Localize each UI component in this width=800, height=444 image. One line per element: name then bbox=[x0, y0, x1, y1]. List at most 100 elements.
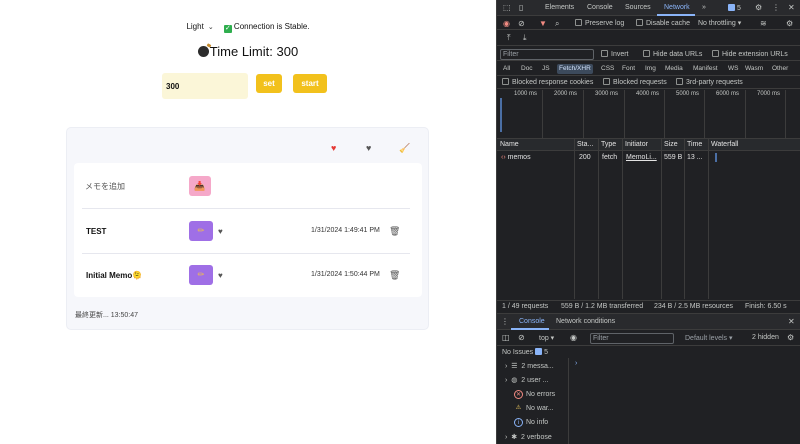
type-filter-all[interactable]: All bbox=[501, 64, 512, 74]
column-size[interactable]: Size bbox=[664, 141, 678, 148]
devtools-panel: ⬚ ▯ Elements Console Sources Network » 5… bbox=[496, 0, 800, 444]
sidebar-item-label: 2 messa... bbox=[521, 363, 554, 370]
clear-console-icon[interactable]: ⊘ bbox=[518, 333, 525, 342]
eye-icon[interactable]: ◉ bbox=[570, 333, 577, 342]
gear-icon[interactable]: ⚙ bbox=[755, 3, 762, 12]
drawer-tab-network-conditions[interactable]: Network conditions bbox=[556, 318, 615, 325]
trash-icon[interactable]: 🗑 bbox=[389, 270, 400, 281]
type-filter-other[interactable]: Other bbox=[770, 64, 790, 74]
column-time[interactable]: Time bbox=[687, 141, 702, 148]
tab-elements[interactable]: Elements bbox=[545, 4, 574, 11]
preserve-log-checkbox[interactable]: Preserve log bbox=[575, 19, 624, 27]
tab-sources[interactable]: Sources bbox=[625, 4, 651, 11]
type-filter-js[interactable]: JS bbox=[540, 64, 552, 74]
record-icon[interactable]: ◉ bbox=[503, 19, 510, 28]
console-filter-input[interactable]: Filter bbox=[590, 333, 674, 344]
sidebar-item-verbose[interactable]: › ✱ 2 verbose bbox=[505, 433, 552, 441]
device-toolbar-icon[interactable]: ▯ bbox=[519, 3, 523, 12]
sidebar-item-user-messages[interactable]: › ◍ 2 user ... bbox=[505, 376, 548, 384]
column-initiator[interactable]: Initiator bbox=[625, 141, 648, 148]
theme-select[interactable]: Light ⌄ bbox=[186, 22, 213, 31]
type-filter-ws[interactable]: WS bbox=[726, 64, 740, 74]
console-prompt-icon[interactable]: › bbox=[575, 360, 577, 367]
trash-icon[interactable]: 🗑 bbox=[389, 226, 400, 237]
table-row[interactable]: ‹› memos bbox=[501, 154, 531, 161]
checkbox-box bbox=[676, 78, 683, 85]
request-initiator-link[interactable]: MemoLi... bbox=[626, 154, 657, 161]
no-issues-label: No Issues bbox=[502, 349, 534, 356]
set-button[interactable]: set bbox=[256, 74, 282, 93]
heart-filter-icon[interactable]: ♥ bbox=[331, 143, 336, 153]
type-filter-wasm[interactable]: Wasm bbox=[743, 64, 765, 74]
issues-summary[interactable]: No Issues 5 bbox=[502, 348, 548, 356]
type-filter-img[interactable]: Img bbox=[643, 64, 658, 74]
request-name: memos bbox=[507, 154, 531, 161]
resources-size: 234 B / 2.5 MB resources bbox=[654, 303, 733, 310]
start-button[interactable]: start bbox=[293, 74, 327, 93]
log-levels-select[interactable]: Default levels ▾ bbox=[685, 334, 733, 342]
network-filter-input[interactable]: Filter bbox=[500, 49, 594, 60]
invert-label: Invert bbox=[611, 51, 629, 58]
last-updated-label: 最終更新... 13:50:47 bbox=[75, 312, 139, 319]
add-memo-button[interactable]: 📥 bbox=[189, 176, 211, 196]
type-filter-css[interactable]: CSS bbox=[599, 64, 616, 74]
third-party-requests-checkbox[interactable]: 3rd-party requests bbox=[676, 78, 743, 86]
edit-memo-button[interactable]: ✏ bbox=[189, 265, 213, 285]
blocked-requests-checkbox[interactable]: Blocked requests bbox=[603, 78, 667, 86]
hide-extension-urls-checkbox[interactable]: Hide extension URLs bbox=[712, 50, 788, 58]
more-options-icon[interactable]: ⋮ bbox=[772, 3, 780, 12]
drawer-tab-console[interactable]: Console bbox=[519, 318, 545, 325]
sidebar-item-messages[interactable]: › ☰ 2 messa... bbox=[505, 362, 554, 370]
bomb-icon bbox=[197, 46, 209, 57]
tab-console[interactable]: Console bbox=[587, 4, 613, 11]
checkbox-box bbox=[603, 78, 610, 85]
type-filter-doc[interactable]: Doc bbox=[519, 64, 535, 74]
timeline-tick: 7000 ms bbox=[757, 91, 781, 97]
favorite-heart-icon[interactable]: ♥ bbox=[218, 227, 223, 236]
type-filter-font[interactable]: Font bbox=[620, 64, 637, 74]
type-filter-media[interactable]: Media bbox=[663, 64, 685, 74]
sidebar-item-warnings[interactable]: No war... bbox=[526, 405, 554, 412]
download-icon[interactable]: ⤓ bbox=[523, 33, 527, 43]
column-status[interactable]: Sta... bbox=[577, 141, 593, 148]
grey-heart-filter-icon[interactable]: ♥ bbox=[366, 143, 371, 153]
inspect-icon[interactable]: ⬚ bbox=[503, 3, 511, 12]
memo-timestamp: 1/31/2024 1:50:44 PM bbox=[311, 271, 380, 278]
sidebar-item-label: 2 verbose bbox=[521, 434, 552, 441]
wifi-icon[interactable]: ≋ bbox=[760, 19, 767, 28]
more-tabs-button[interactable]: » bbox=[702, 4, 706, 11]
upload-icon[interactable]: ⤒ bbox=[507, 33, 511, 43]
column-waterfall[interactable]: Waterfall bbox=[711, 141, 738, 148]
time-limit-input[interactable] bbox=[162, 73, 248, 99]
hide-data-urls-checkbox[interactable]: Hide data URLs bbox=[643, 50, 702, 58]
invert-checkbox[interactable]: Invert bbox=[601, 50, 629, 58]
edit-memo-button[interactable]: ✏ bbox=[189, 221, 213, 241]
network-settings-icon[interactable]: ⚙ bbox=[786, 19, 793, 28]
timeline-tick: 3000 ms bbox=[595, 91, 619, 97]
column-type[interactable]: Type bbox=[601, 141, 616, 148]
disable-cache-checkbox[interactable]: Disable cache bbox=[636, 19, 690, 27]
blocked-response-cookies-checkbox[interactable]: Blocked response cookies bbox=[502, 78, 593, 86]
sidebar-item-errors[interactable]: No errors bbox=[526, 391, 555, 398]
close-drawer-icon[interactable]: ✕ bbox=[788, 317, 795, 326]
issues-counter[interactable]: 5 bbox=[728, 4, 741, 12]
context-select[interactable]: top ▾ bbox=[539, 334, 554, 342]
sidebar-item-info[interactable]: No info bbox=[526, 419, 548, 426]
clear-icon[interactable]: ⊘ bbox=[518, 19, 525, 28]
console-settings-icon[interactable]: ⚙ bbox=[787, 333, 794, 342]
memo-title: Initial Memo🫠 bbox=[86, 271, 143, 280]
close-icon[interactable]: ✕ bbox=[788, 3, 795, 12]
sidebar-toggle-icon[interactable]: ◫ bbox=[502, 333, 510, 342]
drawer-menu-icon[interactable]: ⋮ bbox=[501, 317, 509, 326]
column-name[interactable]: Name bbox=[500, 141, 519, 148]
checkmark-icon: ✓ bbox=[223, 25, 232, 33]
search-icon[interactable]: ⌕ bbox=[555, 19, 559, 29]
broom-icon[interactable]: 🧹 bbox=[399, 143, 410, 154]
add-memo-input[interactable]: メモを追加 bbox=[85, 181, 125, 192]
favorite-heart-icon[interactable]: ♥ bbox=[218, 271, 223, 280]
type-filter-manifest[interactable]: Manifest bbox=[691, 64, 720, 74]
throttling-select[interactable]: No throttling ▾ bbox=[698, 19, 741, 27]
type-filter-fetch-xhr[interactable]: Fetch/XHR bbox=[557, 64, 593, 74]
filter-icon[interactable]: ▼ bbox=[539, 19, 547, 28]
tab-network[interactable]: Network bbox=[664, 4, 690, 11]
